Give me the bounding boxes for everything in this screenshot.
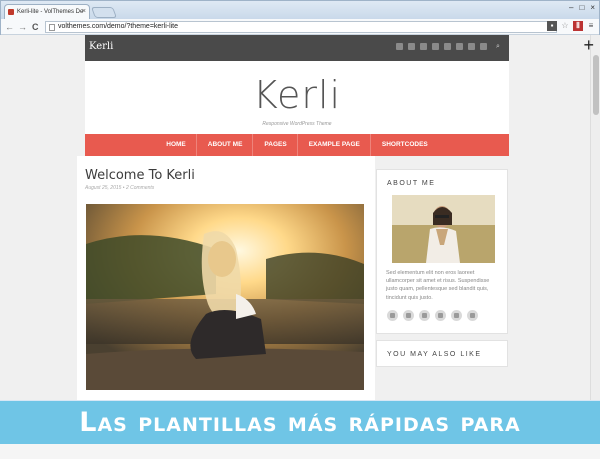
post-title[interactable]: Welcome To Kerli: [85, 168, 195, 183]
site-tagline: Responsive WordPress Theme: [262, 121, 332, 127]
content-area: Welcome To Kerli August 25, 2015 • 2 Com…: [77, 156, 509, 400]
maximize-button[interactable]: □: [579, 3, 584, 12]
search-icon[interactable]: ⌕: [496, 43, 503, 50]
about-me-widget: ABOUT ME Sed elementum elit non eros lao…: [376, 169, 508, 334]
post-featured-image[interactable]: [86, 204, 364, 390]
reload-button[interactable]: C: [32, 21, 39, 33]
site-header: Kerli Responsive WordPress Theme: [85, 61, 509, 134]
menu-icon[interactable]: ≡: [586, 21, 596, 31]
nav-example-page[interactable]: EXAMPLE PAGE: [299, 134, 371, 156]
post-card: Welcome To Kerli August 25, 2015 • 2 Com…: [77, 156, 375, 400]
close-window-button[interactable]: ×: [590, 3, 595, 12]
pinterest-icon[interactable]: [468, 43, 475, 50]
about-me-title: ABOUT ME: [387, 180, 436, 187]
extension-red-icon[interactable]: Ⅱ: [573, 21, 583, 31]
page-icon: [49, 24, 55, 31]
toolbar-icons: ▪ ☆ Ⅱ ≡: [547, 21, 596, 31]
instagram-icon[interactable]: [456, 43, 463, 50]
back-button[interactable]: ←: [5, 21, 14, 33]
favicon-icon: [8, 9, 14, 15]
page-viewport: Kerli ⌕ Kerli Responsive WordPress Theme…: [0, 35, 590, 400]
title-banner: Las plantillas más rápidas para WordPres…: [0, 401, 600, 459]
scrollbar-thumb[interactable]: [593, 55, 599, 115]
facebook-icon[interactable]: [408, 43, 415, 50]
small-logo[interactable]: Kerli: [89, 41, 113, 52]
rss-icon[interactable]: [387, 309, 398, 321]
browser-tab[interactable]: Kerli-lite - VolThemes De ×: [4, 4, 90, 19]
about-me-image: [392, 195, 495, 263]
nav-about-me[interactable]: ABOUT ME: [198, 134, 254, 156]
nav-shortcodes[interactable]: SHORTCODES: [372, 134, 438, 156]
extension-icon[interactable]: ▪: [547, 21, 557, 31]
site-topbar: Kerli ⌕: [85, 35, 509, 61]
plus-icon[interactable]: +: [583, 36, 594, 54]
nav-pages[interactable]: PAGES: [254, 134, 298, 156]
about-social-icons: [377, 306, 507, 333]
related-widget: YOU MAY ALSO LIKE: [376, 339, 508, 367]
url-text: volthemes.com/demo/?theme=kerli-lite: [58, 23, 179, 30]
post-meta: August 25, 2015 • 2 Comments: [85, 185, 155, 191]
googleplus-icon[interactable]: [435, 309, 446, 321]
bottom-strip: [0, 444, 600, 459]
youtube-icon[interactable]: [451, 309, 462, 321]
tab-bar: Kerli-lite - VolThemes De × – □ ×: [1, 1, 599, 19]
social-icons: ⌕: [396, 43, 503, 50]
about-me-text: Sed elementum elit non eros laoreet ulla…: [386, 270, 490, 301]
star-icon[interactable]: ☆: [560, 21, 570, 31]
related-title: YOU MAY ALSO LIKE: [387, 350, 482, 358]
minimize-button[interactable]: –: [569, 3, 573, 12]
main-nav: HOME ABOUT ME PAGES EXAMPLE PAGE SHORTCO…: [85, 134, 509, 156]
rss-icon[interactable]: [480, 43, 487, 50]
tab-close-icon[interactable]: ×: [82, 5, 86, 19]
googleplus-icon[interactable]: [420, 43, 427, 50]
instagram-icon[interactable]: [467, 309, 478, 321]
window-controls: – □ ×: [569, 3, 595, 12]
twitter-icon[interactable]: [396, 43, 403, 50]
page-scrollbar[interactable]: [590, 35, 600, 400]
linkedin-icon[interactable]: [432, 43, 439, 50]
nav-home[interactable]: HOME: [156, 134, 197, 156]
banner-text: Las plantillas más rápidas para WordPres…: [79, 407, 521, 459]
sidebar: ABOUT ME Sed elementum elit non eros lao…: [376, 169, 508, 373]
site-title[interactable]: Kerli: [85, 61, 509, 117]
address-bar[interactable]: volthemes.com/demo/?theme=kerli-lite: [45, 21, 557, 33]
facebook-icon[interactable]: [419, 309, 430, 321]
new-tab-button[interactable]: [90, 7, 118, 18]
browser-toolbar: ← → C volthemes.com/demo/?theme=kerli-li…: [1, 19, 599, 35]
youtube-icon[interactable]: [444, 43, 451, 50]
twitter-icon[interactable]: [403, 309, 414, 321]
kerli-site: Kerli ⌕ Kerli Responsive WordPress Theme…: [77, 35, 509, 400]
forward-button[interactable]: →: [18, 21, 27, 33]
tab-title: Kerli-lite - VolThemes De: [17, 9, 84, 15]
